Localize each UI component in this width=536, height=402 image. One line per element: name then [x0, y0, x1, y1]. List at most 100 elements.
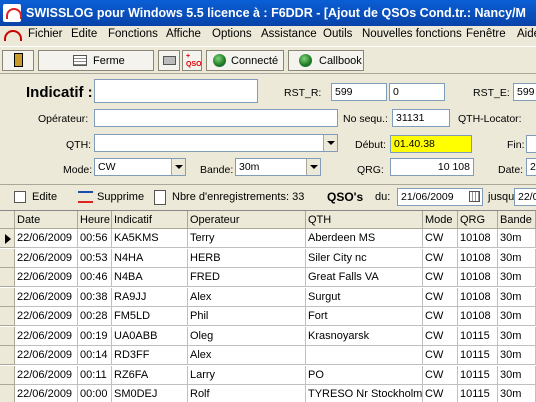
- cell-date[interactable]: 22/06/2009: [15, 229, 78, 248]
- cell-operateur[interactable]: Alex: [188, 346, 306, 365]
- cell-heure[interactable]: 00:28: [78, 307, 112, 326]
- cell-mode[interactable]: CW: [423, 307, 458, 326]
- menu-affiche[interactable]: Affiche: [166, 28, 201, 40]
- cell-date[interactable]: 22/06/2009: [15, 268, 78, 287]
- operator-input[interactable]: [94, 109, 338, 127]
- delete-button[interactable]: Supprime: [76, 188, 146, 207]
- cell-indicatif[interactable]: N4HA: [112, 248, 188, 268]
- menu-fichier[interactable]: Fichier: [28, 28, 63, 40]
- column-header-heure[interactable]: Heure: [78, 211, 112, 229]
- cell-qth[interactable]: Krasnoyarsk: [306, 326, 423, 346]
- debut-input[interactable]: 01.40.38: [390, 135, 472, 153]
- cell-operateur[interactable]: Alex: [188, 287, 306, 307]
- cell-operateur[interactable]: Larry: [188, 365, 306, 385]
- column-header-indicatif[interactable]: Indicatif: [112, 211, 188, 229]
- cell-mode[interactable]: CW: [423, 229, 458, 248]
- menu-outils[interactable]: Outils: [323, 28, 352, 40]
- cell-qrg[interactable]: 10108: [458, 287, 498, 307]
- cell-qth[interactable]: Fort: [306, 307, 423, 326]
- cell-qth[interactable]: Surgut: [306, 287, 423, 307]
- cell-mode[interactable]: CW: [423, 326, 458, 346]
- rst-r-extra-input[interactable]: 0: [389, 83, 445, 101]
- cell-operateur[interactable]: Terry: [188, 229, 306, 248]
- date-input[interactable]: 2: [526, 158, 536, 176]
- cell-bande[interactable]: 30m: [498, 385, 536, 402]
- column-header-mode[interactable]: Mode: [423, 211, 458, 229]
- chevron-down-icon[interactable]: [171, 159, 185, 175]
- bande-dropdown[interactable]: 30m: [235, 158, 321, 176]
- cell-qrg[interactable]: 10108: [458, 229, 498, 248]
- qth-dropdown[interactable]: [94, 134, 338, 152]
- cell-heure[interactable]: 00:19: [78, 326, 112, 346]
- du-date-picker[interactable]: 21/06/2009: [397, 188, 483, 206]
- cell-bande[interactable]: 30m: [498, 307, 536, 326]
- menu-fonctions[interactable]: Fonctions: [108, 28, 158, 40]
- cell-date[interactable]: 22/06/2009: [15, 326, 78, 346]
- callbook-button[interactable]: Callbook: [288, 50, 364, 71]
- cell-indicatif[interactable]: FM5LD: [112, 307, 188, 326]
- chevron-down-icon[interactable]: [306, 159, 320, 175]
- cell-indicatif[interactable]: RD3FF: [112, 346, 188, 365]
- rst-r-input[interactable]: 599: [331, 83, 387, 101]
- menu-edite[interactable]: Edite: [71, 28, 97, 40]
- menu-fenetre[interactable]: Fenêtre: [466, 28, 506, 40]
- connected-button[interactable]: Connecté: [206, 50, 284, 71]
- indicatif-input[interactable]: [94, 79, 258, 103]
- qso-button[interactable]: + QSO: [182, 50, 202, 71]
- cell-heure[interactable]: 00:00: [78, 385, 112, 402]
- row-selector[interactable]: [0, 268, 15, 287]
- menu-assistance[interactable]: Assistance: [261, 28, 317, 40]
- cell-mode[interactable]: CW: [423, 248, 458, 268]
- cell-bande[interactable]: 30m: [498, 229, 536, 248]
- cell-heure[interactable]: 00:14: [78, 346, 112, 365]
- row-selector[interactable]: [0, 346, 15, 365]
- column-header-qth[interactable]: QTH: [306, 211, 423, 229]
- cell-qth[interactable]: TYRESO Nr Stockholm: [306, 385, 423, 402]
- jusqu-date-picker[interactable]: 22/0: [514, 188, 536, 206]
- cell-heure[interactable]: 00:11: [78, 365, 112, 385]
- cell-bande[interactable]: 30m: [498, 268, 536, 287]
- cell-operateur[interactable]: FRED: [188, 268, 306, 287]
- cell-indicatif[interactable]: RA9JJ: [112, 287, 188, 307]
- cell-qrg[interactable]: 10115: [458, 346, 498, 365]
- cell-mode[interactable]: CW: [423, 287, 458, 307]
- fin-input[interactable]: [526, 135, 536, 153]
- cell-indicatif[interactable]: KA5KMS: [112, 229, 188, 248]
- column-header-bande[interactable]: Bande: [498, 211, 536, 229]
- row-selector[interactable]: [0, 229, 15, 248]
- cell-operateur[interactable]: Oleg: [188, 326, 306, 346]
- cell-qrg[interactable]: 10108: [458, 307, 498, 326]
- exit-button[interactable]: [2, 50, 34, 71]
- cell-heure[interactable]: 00:46: [78, 268, 112, 287]
- cell-date[interactable]: 22/06/2009: [15, 248, 78, 268]
- column-header-operateur[interactable]: Operateur: [188, 211, 306, 229]
- cell-mode[interactable]: CW: [423, 268, 458, 287]
- cell-bande[interactable]: 30m: [498, 326, 536, 346]
- cell-qrg[interactable]: 10115: [458, 326, 498, 346]
- cell-qth[interactable]: PO: [306, 365, 423, 385]
- cell-date[interactable]: 22/06/2009: [15, 365, 78, 385]
- cell-heure[interactable]: 00:38: [78, 287, 112, 307]
- edit-button[interactable]: Edite: [12, 188, 64, 207]
- no-sequ-input[interactable]: 31131: [392, 109, 450, 127]
- cell-operateur[interactable]: HERB: [188, 248, 306, 268]
- cell-indicatif[interactable]: RZ6FA: [112, 365, 188, 385]
- cell-bande[interactable]: 30m: [498, 287, 536, 307]
- cell-indicatif[interactable]: UA0ABB: [112, 326, 188, 346]
- cell-qth[interactable]: [306, 346, 423, 365]
- cell-bande[interactable]: 30m: [498, 346, 536, 365]
- cell-qrg[interactable]: 10115: [458, 365, 498, 385]
- row-selector[interactable]: [0, 307, 15, 326]
- cell-heure[interactable]: 00:53: [78, 248, 112, 268]
- cell-date[interactable]: 22/06/2009: [15, 385, 78, 402]
- cell-mode[interactable]: CW: [423, 346, 458, 365]
- cell-indicatif[interactable]: SM0DEJ: [112, 385, 188, 402]
- close-button[interactable]: Ferme: [38, 50, 154, 71]
- menu-aide[interactable]: Aide: [517, 28, 536, 40]
- chevron-down-icon[interactable]: [323, 135, 337, 151]
- print-button[interactable]: [158, 50, 180, 71]
- cell-bande[interactable]: 30m: [498, 248, 536, 268]
- row-selector[interactable]: [0, 248, 15, 268]
- cell-qrg[interactable]: 10108: [458, 268, 498, 287]
- menu-options[interactable]: Options: [212, 28, 252, 40]
